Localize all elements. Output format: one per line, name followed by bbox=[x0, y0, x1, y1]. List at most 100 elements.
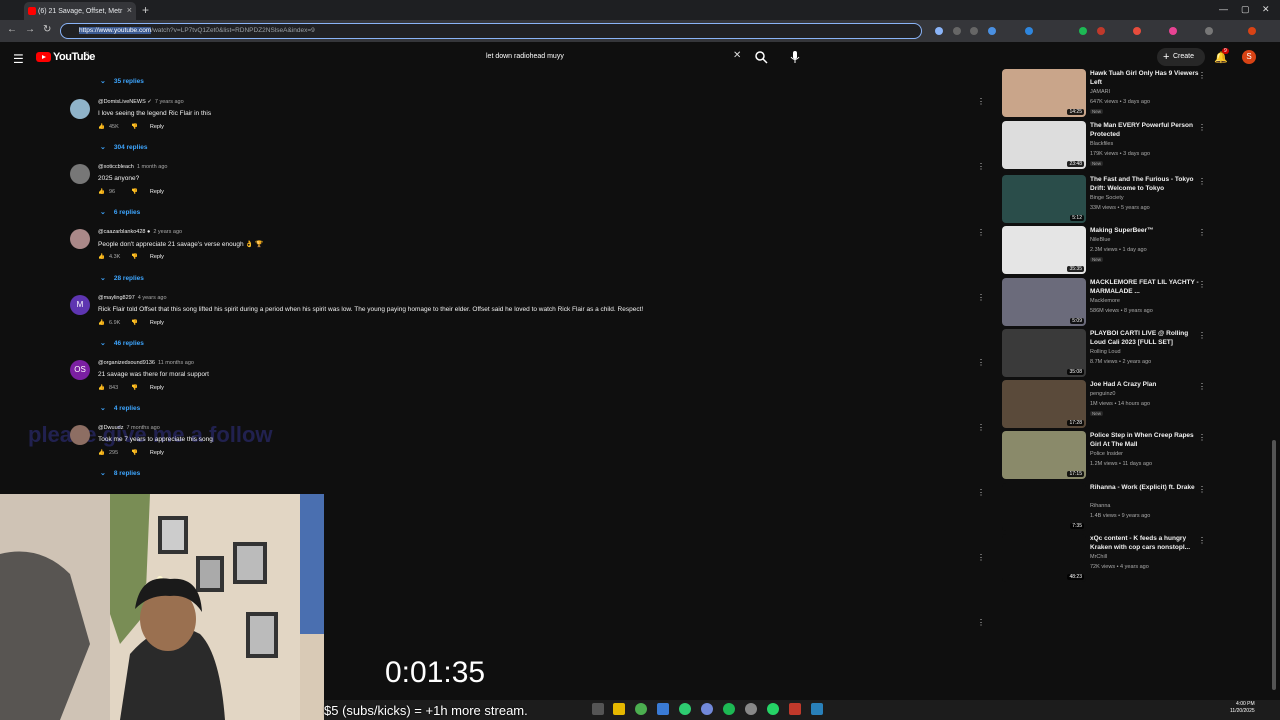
task-view-icon[interactable] bbox=[592, 703, 604, 715]
channel-name[interactable]: Binge Society bbox=[1090, 195, 1124, 201]
video-menu-icon[interactable]: ⋮ bbox=[1198, 71, 1206, 80]
app-icon[interactable] bbox=[657, 703, 669, 715]
video-thumbnail[interactable]: 23:48 bbox=[1002, 121, 1086, 169]
extension-icon[interactable] bbox=[970, 27, 978, 35]
channel-name[interactable]: Police Insider bbox=[1090, 451, 1123, 457]
comment-date[interactable]: 7 years ago bbox=[155, 99, 184, 105]
video-thumbnail[interactable]: 5:09 bbox=[1002, 278, 1086, 326]
video-menu-icon[interactable]: ⋮ bbox=[1198, 433, 1206, 442]
commenter-avatar[interactable] bbox=[70, 229, 90, 249]
extension-icon[interactable] bbox=[1169, 27, 1177, 35]
url-field[interactable]: https://www.youtube.com/watch?v=LP7tvQ1Z… bbox=[60, 23, 922, 39]
more-options-icon[interactable]: ⋮ bbox=[977, 293, 985, 302]
thumbs-down-icon[interactable]: 👎 bbox=[131, 189, 138, 195]
app-icon[interactable] bbox=[789, 703, 801, 715]
extension-icon[interactable] bbox=[988, 27, 996, 35]
thumbs-up-icon[interactable]: 👍 bbox=[98, 254, 105, 260]
video-title[interactable]: Rihanna - Work (Explicit) ft. Drake bbox=[1090, 483, 1200, 492]
commenter-avatar[interactable]: OS bbox=[70, 360, 90, 380]
reply-button[interactable]: Reply bbox=[150, 189, 164, 195]
video-title[interactable]: Police Step in When Creep Rapes Girl At … bbox=[1090, 431, 1200, 449]
reload-icon[interactable]: ↻ bbox=[43, 24, 51, 35]
clear-search-icon[interactable]: ✕ bbox=[733, 50, 741, 61]
video-menu-icon[interactable]: ⋮ bbox=[1198, 228, 1206, 237]
show-replies-button[interactable]: ⌄ 46 replies bbox=[100, 339, 144, 347]
app-icon[interactable] bbox=[811, 703, 823, 715]
commenter-avatar[interactable] bbox=[70, 425, 90, 445]
thumbs-up-icon[interactable]: 👍 bbox=[98, 320, 105, 326]
extension-icon[interactable] bbox=[935, 27, 943, 35]
channel-name[interactable]: Macklemore bbox=[1090, 298, 1120, 304]
video-title[interactable]: The Fast and The Furious - Tokyo Drift: … bbox=[1090, 175, 1200, 193]
video-title[interactable]: xQc content - K feeds a hungry Kraken wi… bbox=[1090, 534, 1200, 552]
show-replies-button[interactable]: ⌄ 304 replies bbox=[100, 143, 147, 151]
thumbs-up-icon[interactable]: 👍 bbox=[98, 124, 105, 130]
microphone-icon[interactable] bbox=[788, 49, 802, 65]
related-video-card[interactable]: 35:08 PLAYBOI CARTI LIVE @ Rolling Loud C… bbox=[1002, 329, 1212, 379]
related-video-card[interactable]: 5:09 MACKLEMORE FEAT LIL YACHTY - MARMALA… bbox=[1002, 278, 1212, 328]
video-title[interactable]: Joe Had A Crazy Plan bbox=[1090, 380, 1200, 389]
comment-date[interactable]: 2 years ago bbox=[153, 229, 182, 235]
search-input[interactable]: let down radiohead muyy bbox=[478, 48, 774, 66]
thumbs-up-icon[interactable]: 👍 bbox=[98, 450, 105, 456]
more-options-icon[interactable]: ⋮ bbox=[977, 162, 985, 171]
video-thumbnail[interactable]: 5:12 bbox=[1002, 175, 1086, 223]
video-thumbnail[interactable]: 35:08 bbox=[1002, 329, 1086, 377]
video-thumbnail[interactable]: 17:15 bbox=[1002, 431, 1086, 479]
forward-icon[interactable]: → bbox=[25, 24, 35, 35]
commenter-avatar[interactable] bbox=[70, 99, 90, 119]
more-options-icon[interactable]: ⋮ bbox=[977, 618, 985, 627]
related-video-card[interactable]: 23:48 The Man EVERY Powerful Person Prote… bbox=[1002, 121, 1212, 171]
comment-date[interactable]: 11 months ago bbox=[158, 360, 194, 366]
reply-button[interactable]: Reply bbox=[150, 450, 164, 456]
video-menu-icon[interactable]: ⋮ bbox=[1198, 280, 1206, 289]
related-video-card[interactable]: 17:28 Joe Had A Crazy Plan penguinz0 1M vie… bbox=[1002, 380, 1212, 430]
related-video-card[interactable]: 48:23 xQc content - K feeds a hungry Krak… bbox=[1002, 534, 1212, 584]
search-icon[interactable] bbox=[754, 50, 768, 64]
more-options-icon[interactable]: ⋮ bbox=[977, 423, 985, 432]
show-replies-button[interactable]: ⌄ 6 replies bbox=[100, 208, 140, 216]
close-tab-icon[interactable]: × bbox=[127, 5, 132, 15]
channel-name[interactable]: Rihanna bbox=[1090, 503, 1111, 509]
related-video-card[interactable]: 7:35 Rihanna - Work (Explicit) ft. Drake R… bbox=[1002, 483, 1212, 533]
minimize-icon[interactable]: — bbox=[1219, 4, 1228, 14]
thumbs-up-icon[interactable]: 👍 bbox=[98, 385, 105, 391]
show-replies-button[interactable]: ⌄ 35 replies bbox=[100, 77, 144, 85]
discord-icon[interactable] bbox=[701, 703, 713, 715]
video-menu-icon[interactable]: ⋮ bbox=[1198, 382, 1206, 391]
chrome-icon[interactable] bbox=[635, 703, 647, 715]
comment-author[interactable]: @Dwuudz bbox=[98, 425, 123, 431]
video-menu-icon[interactable]: ⋮ bbox=[1198, 123, 1206, 132]
more-options-icon[interactable]: ⋮ bbox=[977, 488, 985, 497]
video-title[interactable]: Hawk Tuah Girl Only Has 9 Viewers Left bbox=[1090, 69, 1200, 87]
related-video-card[interactable]: 5:12 The Fast and The Furious - Tokyo Dri… bbox=[1002, 175, 1212, 225]
extension-icon[interactable] bbox=[1133, 27, 1141, 35]
extensions-menu-icon[interactable] bbox=[1205, 27, 1213, 35]
video-title[interactable]: MACKLEMORE FEAT LIL YACHTY - MARMALADE .… bbox=[1090, 278, 1200, 296]
app-icon[interactable] bbox=[679, 703, 691, 715]
commenter-avatar[interactable]: M bbox=[70, 295, 90, 315]
file-explorer-icon[interactable] bbox=[613, 703, 625, 715]
video-title[interactable]: Making SuperBeer™ bbox=[1090, 226, 1200, 235]
comment-author[interactable]: @mayling8297 bbox=[98, 295, 135, 301]
more-options-icon[interactable]: ⋮ bbox=[977, 358, 985, 367]
thumbs-down-icon[interactable]: 👎 bbox=[131, 450, 138, 456]
menu-icon[interactable]: ☰ bbox=[13, 52, 24, 66]
related-video-card[interactable]: 35:35 Making SuperBeer™ NileBlue 2.3M views… bbox=[1002, 226, 1212, 276]
video-menu-icon[interactable]: ⋮ bbox=[1198, 331, 1206, 340]
thumbs-down-icon[interactable]: 👎 bbox=[131, 320, 138, 326]
channel-name[interactable]: Rolling Loud bbox=[1090, 349, 1121, 355]
browser-tab[interactable]: (6) 21 Savage, Offset, Metr × bbox=[24, 2, 136, 20]
thumbs-up-icon[interactable]: 👍 bbox=[98, 189, 105, 195]
thumbs-down-icon[interactable]: 👎 bbox=[131, 124, 138, 130]
channel-name[interactable]: MrChill bbox=[1090, 554, 1107, 560]
reply-button[interactable]: Reply bbox=[150, 254, 164, 260]
profile-icon[interactable] bbox=[1248, 27, 1256, 35]
extension-icon[interactable] bbox=[1097, 27, 1105, 35]
video-menu-icon[interactable]: ⋮ bbox=[1198, 536, 1206, 545]
reply-button[interactable]: Reply bbox=[150, 385, 164, 391]
more-options-icon[interactable]: ⋮ bbox=[977, 97, 985, 106]
comment-author[interactable]: @DomisLiveNEWS bbox=[98, 99, 146, 105]
video-menu-icon[interactable]: ⋮ bbox=[1198, 177, 1206, 186]
extension-icon[interactable] bbox=[1025, 27, 1033, 35]
